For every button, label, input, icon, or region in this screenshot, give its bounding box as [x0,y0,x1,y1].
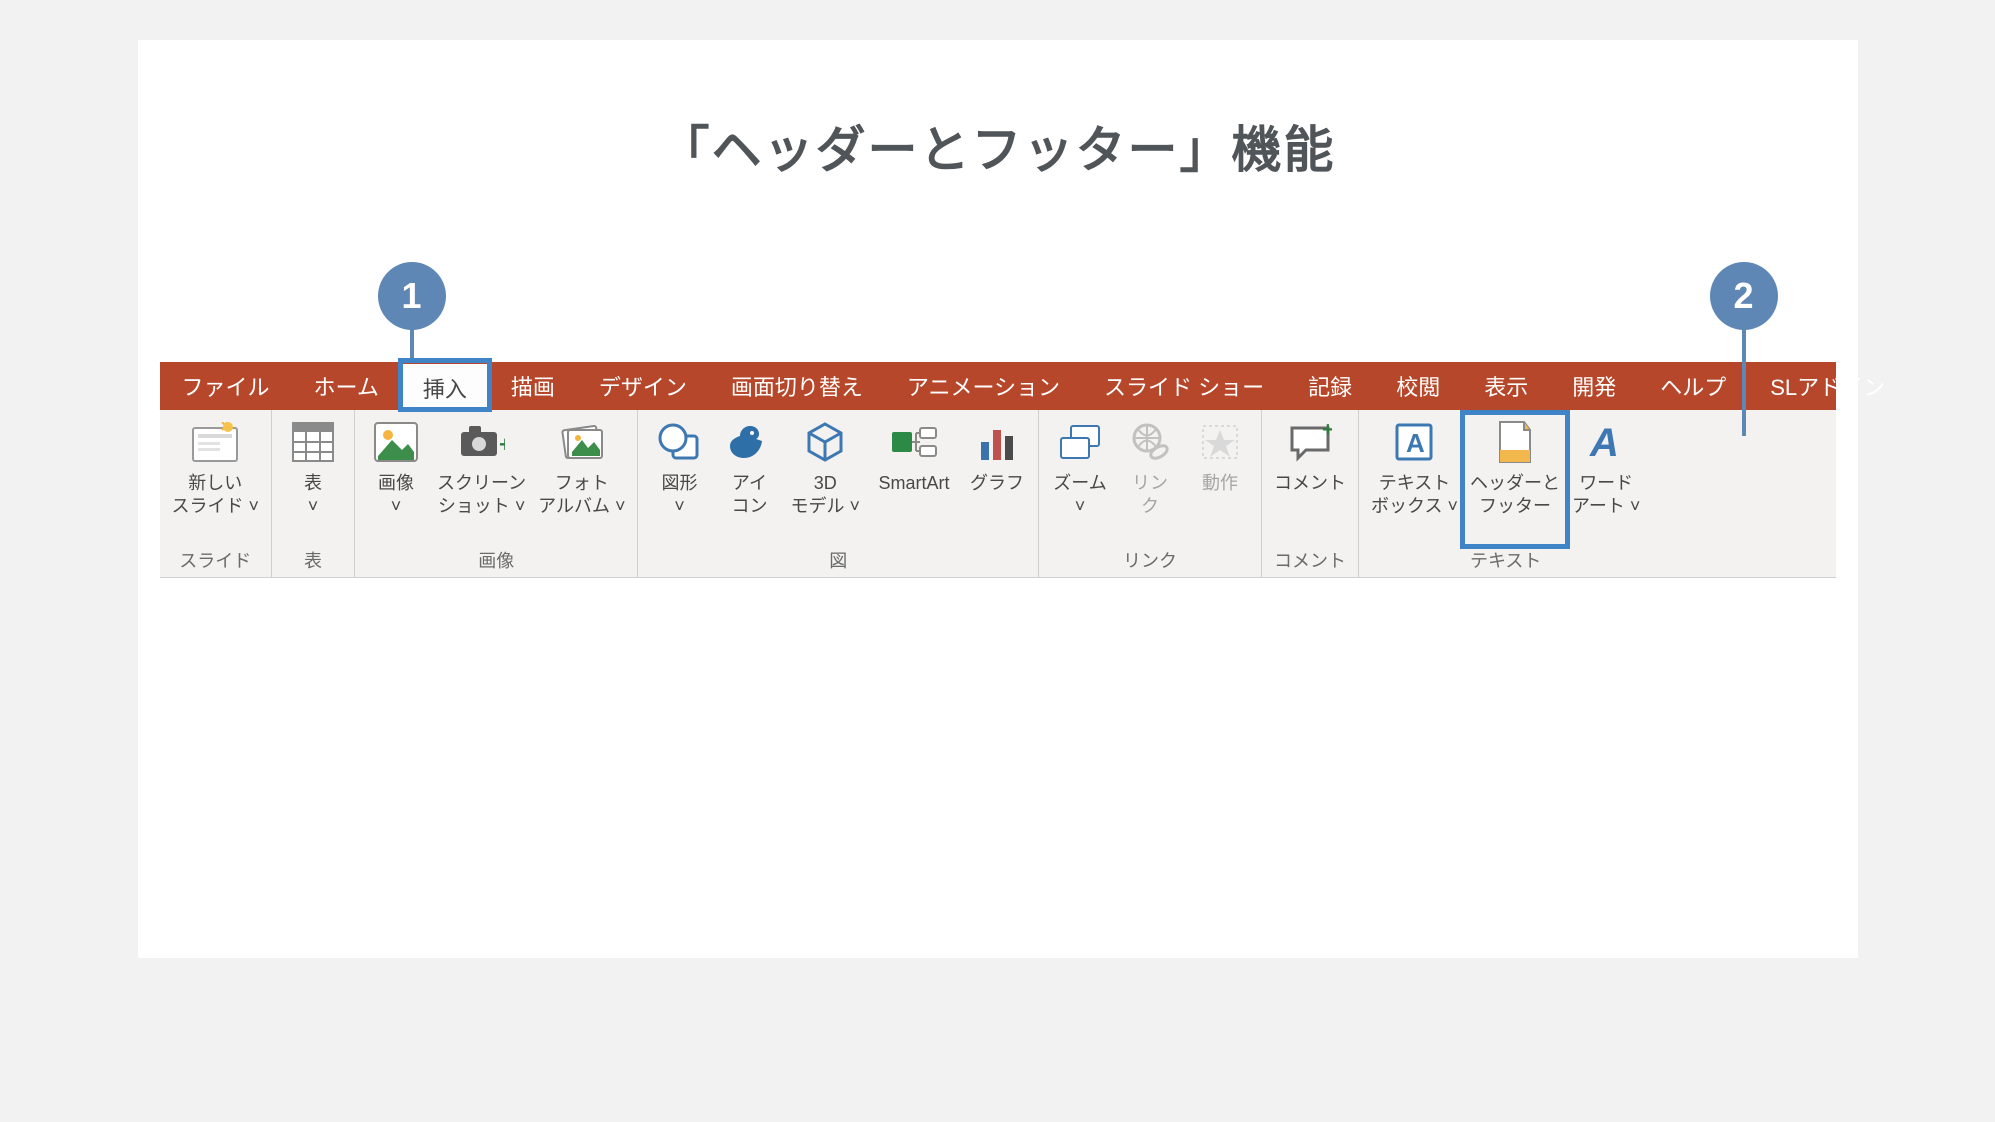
camera-icon: + [458,418,506,466]
tab-record[interactable]: 記録 [1286,362,1374,410]
table-button[interactable]: 表 ˅ [278,414,348,545]
zoom-icon [1056,418,1104,466]
new-slide-button[interactable]: 新しい スライド ˅ [166,414,266,545]
picture-button[interactable]: 画像 ˅ [361,414,431,545]
textbox-label: テキスト ボックス ˅ [1371,472,1458,517]
table-label: 表 ˅ [304,472,322,517]
group-slides: 新しい スライド ˅ スライド [160,410,273,577]
tab-animation[interactable]: アニメーション [885,362,1082,410]
svg-text:+: + [499,432,505,457]
wordart-button[interactable]: A ワード アート ˅ [1566,414,1646,545]
zoom-button[interactable]: ズーム ˅ [1045,414,1115,545]
globe-link-icon [1126,418,1174,466]
tab-sladdin[interactable]: SLアドイン [1748,362,1907,410]
photo-album-label: フォト アルバム ˅ [538,472,625,517]
photo-album-button[interactable]: フォト アルバム ˅ [532,414,631,545]
chart-label: グラフ [970,472,1024,495]
chart-button[interactable]: グラフ [962,414,1032,545]
duck-icon [725,418,773,466]
shapes-icon [655,418,703,466]
group-tables: 表 ˅ 表 [272,410,355,577]
icons-label: アイ コン [731,472,767,517]
tab-transition[interactable]: 画面切り替え [709,362,885,410]
header-footer-icon [1491,418,1539,466]
tab-file[interactable]: ファイル [160,362,292,410]
group-illustrations-label: 図 [644,545,1032,577]
group-slides-label: スライド [166,545,266,577]
screenshot-label: スクリーン ショット ˅ [437,472,526,517]
group-text-label: テキスト [1365,545,1646,577]
group-comments-label: コメント [1268,545,1352,577]
group-images-label: 画像 [361,545,631,577]
smartart-icon [890,418,938,466]
tab-insert[interactable]: 挿入 [401,361,489,409]
header-footer-label: ヘッダーと フッター [1470,472,1560,517]
action-button[interactable]: 動作 [1185,414,1255,545]
callout-1-badge: 1 [378,262,446,330]
ribbon: ファイル ホーム 挿入 描画 デザイン 画面切り替え アニメーション スライド … [160,362,1836,578]
picture-icon [372,418,420,466]
tab-slideshow[interactable]: スライド ショー [1082,362,1286,410]
group-images: 画像 ˅ + スクリーン ショット ˅ フォト アルバム ˅ [355,410,638,577]
tab-draw[interactable]: 描画 [489,362,577,410]
header-footer-button[interactable]: ヘッダーと フッター [1464,414,1566,545]
tab-view[interactable]: 表示 [1462,362,1550,410]
wordart-icon: A [1582,418,1630,466]
ribbon-tabs: ファイル ホーム 挿入 描画 デザイン 画面切り替え アニメーション スライド … [160,362,1836,410]
album-icon [558,418,606,466]
group-text: A テキスト ボックス ˅ ヘッダーと フッター A [1359,410,1652,577]
tab-help[interactable]: ヘルプ [1638,362,1748,410]
tab-home[interactable]: ホーム [292,362,401,410]
chart-icon [973,418,1021,466]
picture-label: 画像 ˅ [378,472,414,517]
tab-review[interactable]: 校閲 [1374,362,1462,410]
wordart-label: ワード アート ˅ [1572,472,1640,517]
new-slide-label: 新しい スライド ˅ [172,472,260,517]
textbox-button[interactable]: A テキスト ボックス ˅ [1365,414,1464,545]
model3d-button[interactable]: 3D モデル ˅ [784,414,866,545]
group-links-label: リンク [1045,545,1255,577]
table-icon [289,418,337,466]
new-slide-icon [191,418,239,466]
svg-text:A: A [1589,422,1619,462]
slide-title: 「ヘッダーとフッター」機能 [138,110,1858,182]
shapes-button[interactable]: 図形 ˅ [644,414,714,545]
group-illustrations: 図形 ˅ アイ コン 3D モデル ˅ [638,410,1039,577]
shapes-label: 図形 ˅ [661,472,697,517]
smartart-button[interactable]: SmartArt [866,414,962,545]
slide-canvas: 「ヘッダーとフッター」機能 ファイル ホーム 挿入 描画 デザイン 画面切り替え… [138,40,1858,958]
screenshot-button[interactable]: + スクリーン ショット ˅ [431,414,532,545]
icons-button[interactable]: アイ コン [714,414,784,545]
action-label: 動作 [1202,472,1238,495]
textbox-icon: A [1390,418,1438,466]
model3d-label: 3D モデル ˅ [790,472,860,517]
comment-icon: + [1286,418,1334,466]
comment-button[interactable]: + コメント [1268,414,1352,545]
tab-developer[interactable]: 開発 [1550,362,1638,410]
link-label: リン ク [1132,472,1168,517]
smartart-label: SmartArt [878,472,949,495]
ribbon-body: 新しい スライド ˅ スライド 表 ˅ 表 [160,410,1836,578]
group-links: ズーム ˅ リン ク 動作 リンク [1039,410,1262,577]
callout-2-badge: 2 [1710,262,1778,330]
link-button[interactable]: リン ク [1115,414,1185,545]
comment-label: コメント [1274,472,1346,495]
star-action-icon [1196,418,1244,466]
svg-text:A: A [1406,428,1425,458]
tab-design[interactable]: デザイン [577,362,709,410]
group-comments: + コメント コメント [1262,410,1359,577]
zoom-label: ズーム ˅ [1053,472,1106,517]
group-tables-label: 表 [278,545,348,577]
cube-icon [801,418,849,466]
svg-text:+: + [1322,422,1332,441]
